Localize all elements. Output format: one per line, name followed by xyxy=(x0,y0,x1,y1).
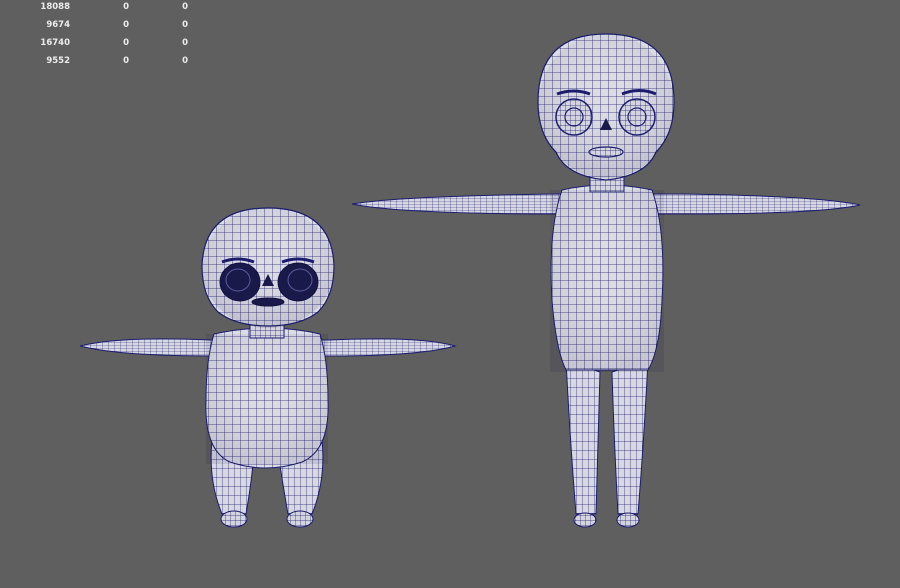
adult-left-foot xyxy=(573,512,597,528)
child-left-foot xyxy=(220,510,248,528)
child-mouth xyxy=(251,297,285,307)
3d-viewport[interactable]: 18088 0 0 9674 0 0 16740 0 0 9552 0 0 xyxy=(0,0,900,588)
mesh-render xyxy=(79,33,861,528)
adult-mouth xyxy=(588,146,624,158)
child-skeleton-mesh[interactable] xyxy=(79,207,457,528)
adult-right-eye xyxy=(618,98,656,136)
adult-skeleton-mesh[interactable] xyxy=(351,33,861,528)
child-right-foot xyxy=(286,510,314,528)
adult-right-foot xyxy=(616,512,640,528)
adult-left-eye xyxy=(555,98,593,136)
adult-left-leg xyxy=(565,359,601,515)
adult-right-leg xyxy=(611,359,649,515)
